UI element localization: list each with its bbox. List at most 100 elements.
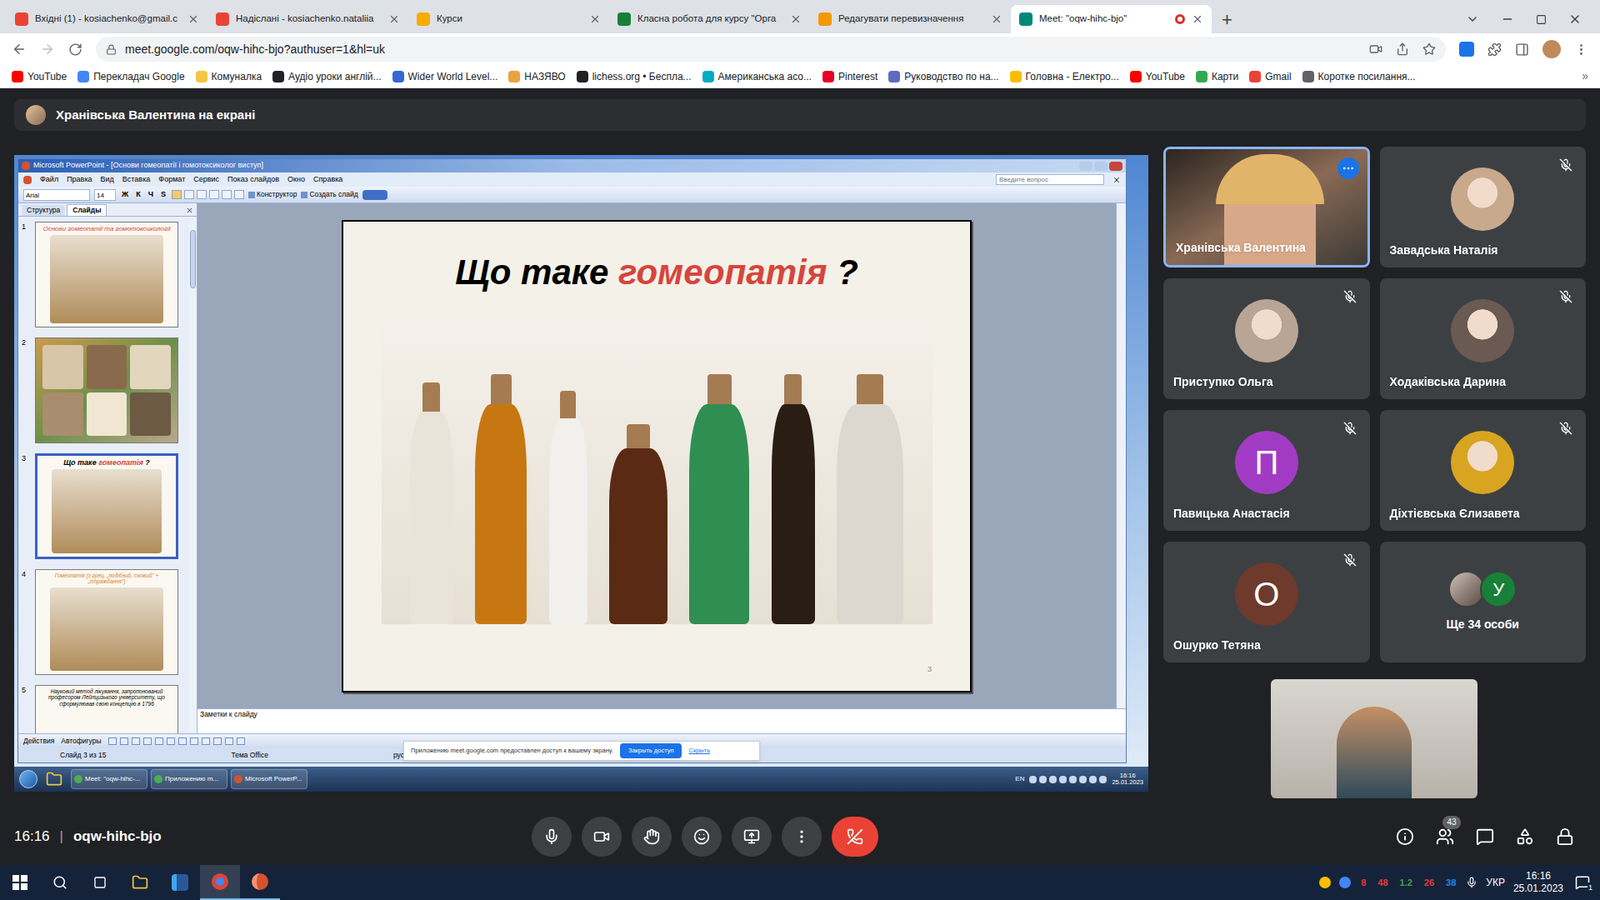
close-tab-icon[interactable] xyxy=(790,13,802,25)
folder-icon[interactable] xyxy=(45,770,63,788)
more-button[interactable] xyxy=(781,816,822,857)
bookmark[interactable]: Американська асо... xyxy=(702,69,812,85)
panel-tab[interactable]: Структура xyxy=(21,205,65,216)
bookmark[interactable]: Комуналка xyxy=(195,69,263,85)
slide-thumbnail[interactable]: 1Основи гомеопатії та гомотоксикології xyxy=(21,221,189,328)
browser-tab[interactable]: Вхідні (1) - kosiachenko@gmail.c xyxy=(6,5,208,34)
participant-tile[interactable]: Ходаківська Дарина xyxy=(1380,278,1587,400)
bookmark[interactable]: Перекладач Google xyxy=(77,69,185,85)
more-participants-tile[interactable]: УЩе 34 особи xyxy=(1380,541,1587,663)
participant-tile[interactable]: Діхтієвська Єлизавета xyxy=(1380,410,1587,531)
bookmark[interactable]: Коротке посилання... xyxy=(1302,69,1416,85)
menu-item[interactable]: Показ слайдов xyxy=(227,174,280,186)
side-panel-icon[interactable] xyxy=(1515,42,1530,57)
notes-area[interactable]: Заметки к слайду xyxy=(197,708,1126,734)
slide-thumbnail[interactable]: 5Науковий метод лікування, запропоновани… xyxy=(21,685,189,734)
bookmark[interactable]: lichess.org • Беспла... xyxy=(576,69,692,85)
menu-item[interactable]: Сервис xyxy=(193,174,220,186)
tray-icon[interactable]: 38 xyxy=(1444,875,1458,890)
browser-tab[interactable]: Класна робота для курсу "Орга xyxy=(609,5,810,34)
start-icon[interactable] xyxy=(19,770,38,789)
participant-tile[interactable]: Завадська Наталія xyxy=(1380,146,1587,268)
tray-icon[interactable]: 26 xyxy=(1422,875,1436,890)
close-tab-icon[interactable] xyxy=(187,13,200,25)
bookmark[interactable]: Аудіо уроки англій... xyxy=(272,69,381,85)
bookmark[interactable]: Gmail xyxy=(1249,69,1291,85)
powerpoint-icon[interactable] xyxy=(251,873,269,890)
bookmark[interactable]: НАЗЯВО xyxy=(508,69,565,85)
format-button[interactable]: S xyxy=(159,189,168,201)
menu-item[interactable]: Вставка xyxy=(122,174,150,186)
extension-icon[interactable] xyxy=(1459,41,1475,57)
size-box[interactable]: 14 xyxy=(94,189,116,201)
more-options-button[interactable] xyxy=(1337,157,1360,180)
address-bar[interactable]: meet.google.com/oqw-hihc-bjo?authuser=1&… xyxy=(95,36,1446,62)
taskbar-item[interactable]: Приложению m... xyxy=(150,769,228,790)
raise-hand-button[interactable] xyxy=(631,816,672,857)
participant-tile[interactable]: ППавицька Анастасія xyxy=(1163,410,1370,531)
taskbar-item[interactable]: Microsoft PowerP... xyxy=(230,769,308,790)
toolbar-button[interactable]: Конструктор xyxy=(248,189,297,200)
toolbar-button[interactable]: Создать слайд xyxy=(300,189,358,200)
close-tab-icon[interactable] xyxy=(589,13,601,25)
task-view-icon[interactable] xyxy=(93,875,107,890)
bookmark[interactable]: YouTube xyxy=(1130,69,1185,85)
activities-icon[interactable] xyxy=(1515,827,1535,846)
minimize-icon[interactable] xyxy=(1500,12,1515,26)
language[interactable]: EN xyxy=(1015,774,1025,785)
search-icon[interactable] xyxy=(52,875,68,890)
star-icon[interactable] xyxy=(1422,42,1436,56)
drawing-button[interactable]: Действия xyxy=(23,735,55,747)
slide-thumbnail[interactable]: 4Гомеопатія (з грец. „подібний, схожий" … xyxy=(21,569,189,675)
word-icon[interactable] xyxy=(171,874,189,891)
bookmark[interactable]: Карти xyxy=(1195,69,1239,85)
help-box[interactable]: Введите вопрос xyxy=(995,174,1105,185)
participant-tile[interactable]: Приступко Ольга xyxy=(1163,278,1370,400)
taskbar-item[interactable]: Meet: "oqw-hihc-... xyxy=(70,769,148,790)
extensions-icon[interactable] xyxy=(1487,42,1502,57)
more-bookmarks[interactable]: » xyxy=(1581,67,1589,85)
bookmark[interactable]: Головна - Електро... xyxy=(1010,69,1120,85)
close-tab-icon[interactable] xyxy=(388,13,400,25)
font-box[interactable]: Arial xyxy=(23,189,90,201)
bookmark[interactable]: Pinterest xyxy=(822,69,878,85)
chrome-icon[interactable] xyxy=(211,873,229,890)
tray-icon[interactable]: 48 xyxy=(1375,875,1390,890)
hide-link[interactable]: Скрыть xyxy=(688,745,710,755)
menu-icon[interactable] xyxy=(1574,42,1589,57)
browser-tab[interactable]: Meet: "oqw-hihc-bjo" xyxy=(1010,5,1212,34)
host-controls-icon[interactable] xyxy=(1555,827,1575,846)
camera-button[interactable] xyxy=(581,816,622,857)
start-button[interactable] xyxy=(0,865,40,900)
format-button[interactable]: Ч xyxy=(146,189,155,201)
tray-icon[interactable]: 1.2 xyxy=(1398,875,1415,890)
menu-item[interactable]: Формат xyxy=(158,174,185,186)
share-icon[interactable] xyxy=(1395,42,1410,56)
bookmark[interactable]: Wider World Level... xyxy=(392,69,499,85)
leave-call-button[interactable] xyxy=(831,816,879,857)
maximize-icon[interactable] xyxy=(1535,14,1547,25)
format-button[interactable]: Ж xyxy=(120,189,130,201)
browser-tab[interactable]: Надіслані - kosiachenko.nataliia xyxy=(207,5,409,34)
camera-icon[interactable] xyxy=(1369,42,1383,56)
language[interactable]: УКР xyxy=(1485,875,1505,890)
menu-item[interactable]: Окно xyxy=(287,174,305,186)
mic-button[interactable] xyxy=(531,816,572,857)
close-window-icon[interactable] xyxy=(1568,12,1582,26)
menu-item[interactable]: Справка xyxy=(313,174,343,186)
notifications[interactable]: 1 xyxy=(1571,871,1594,894)
reload-icon[interactable] xyxy=(68,42,83,57)
tray-icon[interactable]: 8 xyxy=(1359,875,1368,890)
format-button[interactable]: К xyxy=(134,189,143,201)
browser-tab[interactable]: Курси xyxy=(408,5,610,34)
drawing-button[interactable]: Автофигуры xyxy=(60,735,101,747)
bookmark[interactable]: YouTube xyxy=(11,69,67,85)
tab-search-icon[interactable] xyxy=(1465,12,1480,26)
explorer-icon[interactable] xyxy=(131,874,149,891)
clock[interactable]: 16:1625.01.2023 xyxy=(1513,870,1564,895)
scrollbar[interactable] xyxy=(188,216,197,734)
scrollbar[interactable] xyxy=(1115,203,1126,709)
chat-icon[interactable] xyxy=(1475,827,1495,846)
forward-icon[interactable] xyxy=(40,41,55,57)
profile-icon[interactable] xyxy=(1542,40,1561,59)
